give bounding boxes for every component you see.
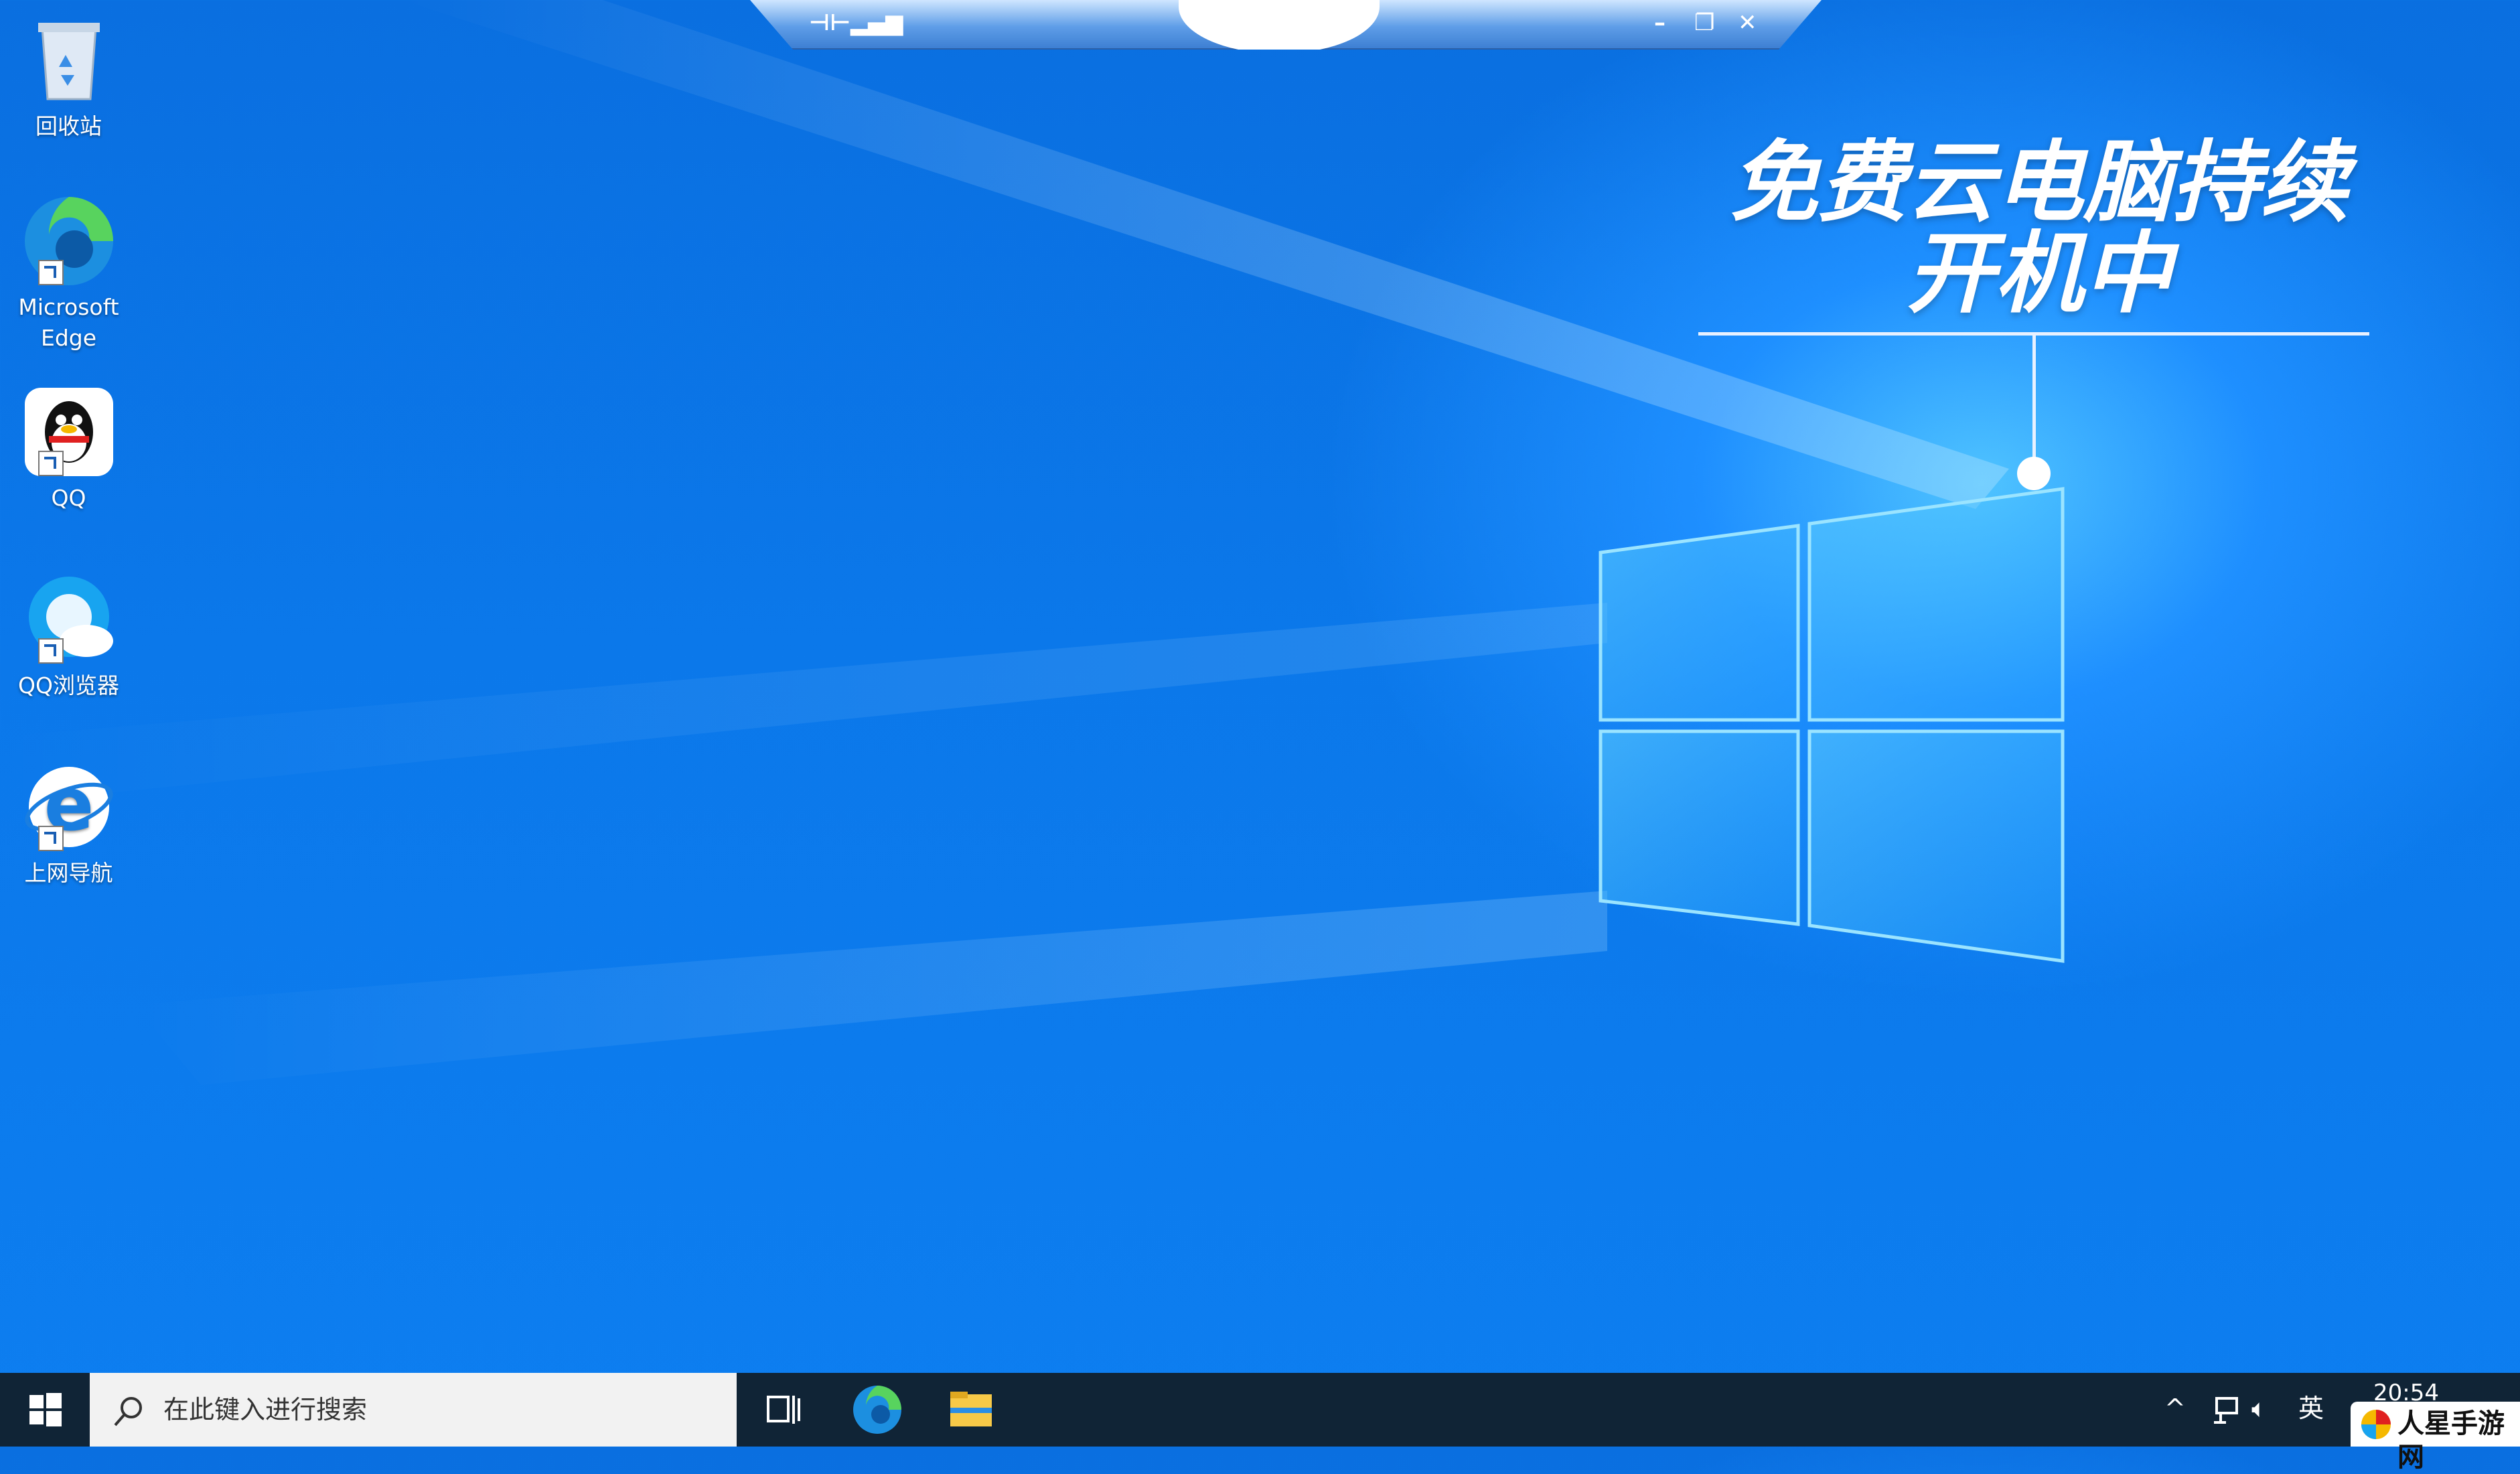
windows-logo-wallpaper [1599,487,2065,963]
edge-icon [853,1386,901,1434]
caption-pointer-stem [2032,335,2036,462]
remote-control-bar: ⊣⊢ ▂▄▆ – ❐ ✕ [750,0,1822,50]
start-button[interactable] [0,1373,90,1447]
close-icon[interactable]: ✕ [1738,5,1757,40]
folder-icon [950,1392,992,1426]
windows-start-icon [29,1393,62,1426]
ime-indicator[interactable]: 英 [2298,1392,2324,1425]
taskbar: 在此键入进行搜索 ^ 🔈︎ 英 20:54 [0,1373,2520,1447]
minimize-icon[interactable]: – [1654,5,1665,40]
watermark-text: 人星手游网 [2397,1408,2505,1473]
pin-icon[interactable]: ⊣⊢ [809,5,850,40]
search-placeholder: 在此键入进行搜索 [163,1395,368,1424]
signal-icon[interactable]: ▂▄▆ [850,5,903,40]
edge-icon [22,194,116,288]
desktop-icon-recycle-bin[interactable]: 回收站 [7,13,131,142]
search-box[interactable]: 在此键入进行搜索 [90,1373,737,1447]
desktop-icon-navigation[interactable]: e 上网导航 [7,760,131,889]
volume-icon[interactable]: 🔈︎ [2251,1392,2267,1425]
watermark-logo-icon [2361,1410,2391,1439]
search-icon [114,1397,142,1426]
restore-icon[interactable]: ❐ [1694,5,1714,40]
qq-browser-icon [22,573,116,666]
caption-line-2: 开机中 [1907,222,2172,325]
taskbar-file-explorer-button[interactable] [928,1373,1015,1447]
desktop-icon-qq-browser[interactable]: QQ浏览器 [7,573,131,701]
overlay-caption: 免费云电脑持续 开机中 [1688,137,2391,319]
tray-show-hidden-icon[interactable]: ^ [2164,1392,2186,1425]
qq-penguin-icon [22,385,116,479]
site-watermark: 人星手游网 [2351,1402,2520,1473]
taskbar-edge-button[interactable] [834,1373,921,1447]
network-icon[interactable] [2209,1393,2242,1426]
desktop-icon-qq[interactable]: QQ [7,385,131,514]
task-view-button[interactable] [740,1373,827,1447]
caption-line-1: 免费云电脑持续 [1730,131,2349,234]
desktop-icon-edge[interactable]: Microsoft Edge [7,194,131,354]
ie-navigation-icon: e [22,760,116,854]
task-view-icon [767,1396,800,1424]
cloud-logo-icon [1179,0,1380,50]
recycle-bin-icon [22,13,116,107]
